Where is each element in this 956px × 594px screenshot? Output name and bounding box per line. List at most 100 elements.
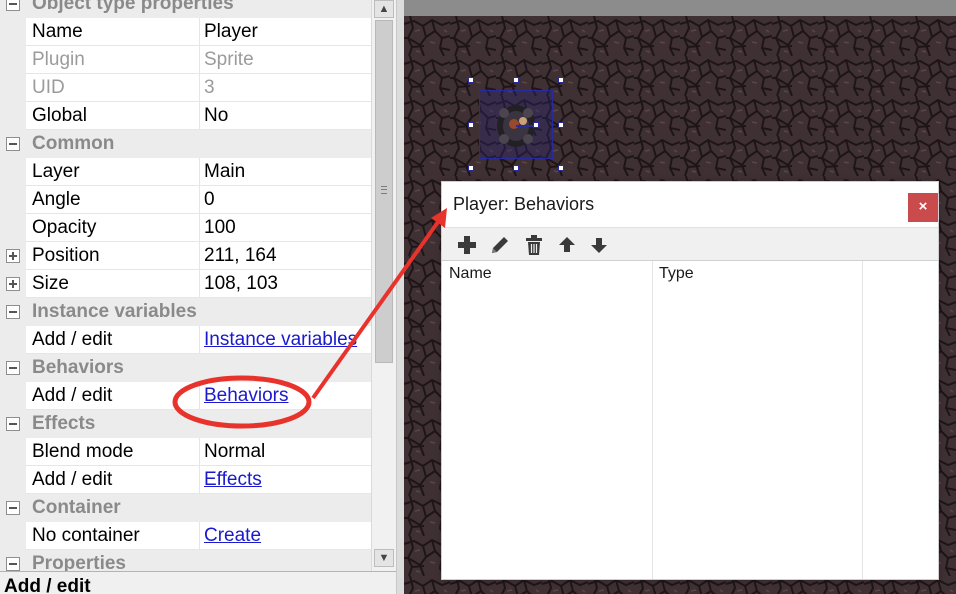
row-gutter — [0, 522, 26, 550]
behaviors-list[interactable]: Name Type — [442, 261, 938, 579]
row-gutter — [0, 466, 26, 494]
resize-handle-ne[interactable] — [558, 77, 564, 83]
property-label: Size — [32, 273, 69, 294]
resize-handle-sw[interactable] — [468, 165, 474, 171]
row-gutter — [0, 102, 26, 130]
property-label: Position — [32, 245, 100, 266]
properties-scrollbar[interactable]: ▲ ▼ — [371, 0, 396, 571]
section-label: Behaviors — [32, 357, 124, 378]
row-gutter — [0, 214, 26, 242]
property-label: Angle — [32, 189, 81, 210]
move-up-icon[interactable] — [556, 234, 578, 256]
property-label: Blend mode — [32, 441, 134, 462]
grip-icon — [381, 186, 387, 194]
column-divider[interactable] — [862, 261, 863, 579]
expand-icon[interactable] — [6, 277, 20, 291]
property-row-layer[interactable]: Layer Main — [0, 158, 371, 186]
resize-handle-n[interactable] — [513, 77, 519, 83]
property-row-position[interactable]: Position 211, 164 — [0, 242, 371, 270]
property-row-plugin[interactable]: Plugin Sprite — [0, 46, 371, 74]
delete-behavior-icon[interactable] — [523, 234, 545, 256]
add-behavior-icon[interactable] — [456, 234, 478, 256]
collapse-icon[interactable] — [6, 0, 20, 11]
scroll-thumb[interactable] — [375, 20, 393, 363]
section-label: Instance variables — [32, 301, 197, 322]
property-label: UID — [32, 77, 65, 98]
property-grid: Object type properties Name Player Plugin Sp… — [0, 0, 371, 578]
section-effects[interactable]: Effects — [0, 410, 371, 438]
property-value[interactable]: 0 — [199, 186, 371, 214]
property-label: Add / edit — [32, 385, 113, 406]
property-link[interactable]: Behaviors — [199, 382, 371, 410]
resize-handle-center[interactable] — [533, 122, 539, 128]
player-sprite-instance[interactable] — [468, 77, 564, 171]
property-row-add-edit[interactable]: Add / edit Effects — [0, 466, 371, 494]
section-behaviors[interactable]: Behaviors — [0, 354, 371, 382]
property-value[interactable]: Player — [199, 18, 371, 46]
expand-icon[interactable] — [6, 249, 20, 263]
property-row-opacity[interactable]: Opacity 100 — [0, 214, 371, 242]
property-link[interactable]: Create — [199, 522, 371, 550]
row-gutter — [0, 326, 26, 354]
property-row-add-edit[interactable]: Add / edit Behaviors — [0, 382, 371, 410]
section-label: Container — [32, 497, 121, 518]
column-header-name[interactable]: Name — [449, 265, 492, 283]
property-link[interactable]: Effects — [199, 466, 371, 494]
collapse-icon[interactable] — [6, 501, 20, 515]
property-label: Layer — [32, 161, 80, 182]
property-description-title: Add / edit — [0, 571, 396, 594]
column-header-type[interactable]: Type — [659, 265, 694, 283]
move-down-icon[interactable] — [588, 234, 610, 256]
section-container[interactable]: Container — [0, 494, 371, 522]
property-row-add-edit[interactable]: Add / edit Instance variables — [0, 326, 371, 354]
collapse-icon[interactable] — [6, 361, 20, 375]
dialog-toolbar — [442, 227, 938, 261]
property-value[interactable]: 108, 103 — [199, 270, 371, 298]
resize-handle-se[interactable] — [558, 165, 564, 171]
property-value[interactable]: 211, 164 — [199, 242, 371, 270]
property-row-angle[interactable]: Angle 0 — [0, 186, 371, 214]
property-value[interactable]: No — [199, 102, 371, 130]
edit-behavior-icon[interactable] — [489, 234, 511, 256]
scroll-up-button[interactable]: ▲ — [374, 0, 394, 18]
resize-handle-w[interactable] — [468, 122, 474, 128]
scroll-down-button[interactable]: ▼ — [374, 549, 394, 567]
property-row-global[interactable]: Global No — [0, 102, 371, 130]
collapse-icon[interactable] — [6, 305, 20, 319]
property-row-name[interactable]: Name Player — [0, 18, 371, 46]
row-gutter — [0, 438, 26, 466]
section-instance-variables[interactable]: Instance variables — [0, 298, 371, 326]
row-gutter — [0, 46, 26, 74]
resize-handle-nw[interactable] — [468, 77, 474, 83]
section-common[interactable]: Common — [0, 130, 371, 158]
collapse-icon[interactable] — [6, 557, 20, 571]
property-label: Add / edit — [32, 329, 113, 350]
collapse-icon[interactable] — [6, 417, 20, 431]
property-value[interactable]: 100 — [199, 214, 371, 242]
property-row-blend-mode[interactable]: Blend mode Normal — [0, 438, 371, 466]
section-label: Effects — [32, 413, 96, 434]
property-link[interactable]: Instance variables — [199, 326, 371, 354]
properties-panel: Object type properties Name Player Plugin Sp… — [0, 0, 396, 594]
property-label: Add / edit — [32, 469, 113, 490]
resize-handle-e[interactable] — [558, 122, 564, 128]
column-divider[interactable] — [652, 261, 653, 579]
behaviors-dialog: Player: Behaviors × Name Type — [441, 181, 939, 580]
collapse-icon[interactable] — [6, 137, 20, 151]
property-label: Name — [32, 21, 83, 42]
row-gutter — [0, 382, 26, 410]
property-row-no-container[interactable]: No container Create — [0, 522, 371, 550]
property-value[interactable]: Main — [199, 158, 371, 186]
property-label: Opacity — [32, 217, 97, 238]
property-label: No container — [32, 525, 140, 546]
resize-handle-s[interactable] — [513, 165, 519, 171]
row-gutter — [0, 158, 26, 186]
section-object-type-properties[interactable]: Object type properties — [0, 0, 371, 18]
panel-splitter[interactable] — [396, 0, 404, 594]
property-value[interactable]: Normal — [199, 438, 371, 466]
close-button[interactable]: × — [908, 193, 938, 222]
property-row-size[interactable]: Size 108, 103 — [0, 270, 371, 298]
property-value: Sprite — [199, 46, 371, 74]
layout-margin — [404, 0, 956, 16]
property-row-uid[interactable]: UID 3 — [0, 74, 371, 102]
